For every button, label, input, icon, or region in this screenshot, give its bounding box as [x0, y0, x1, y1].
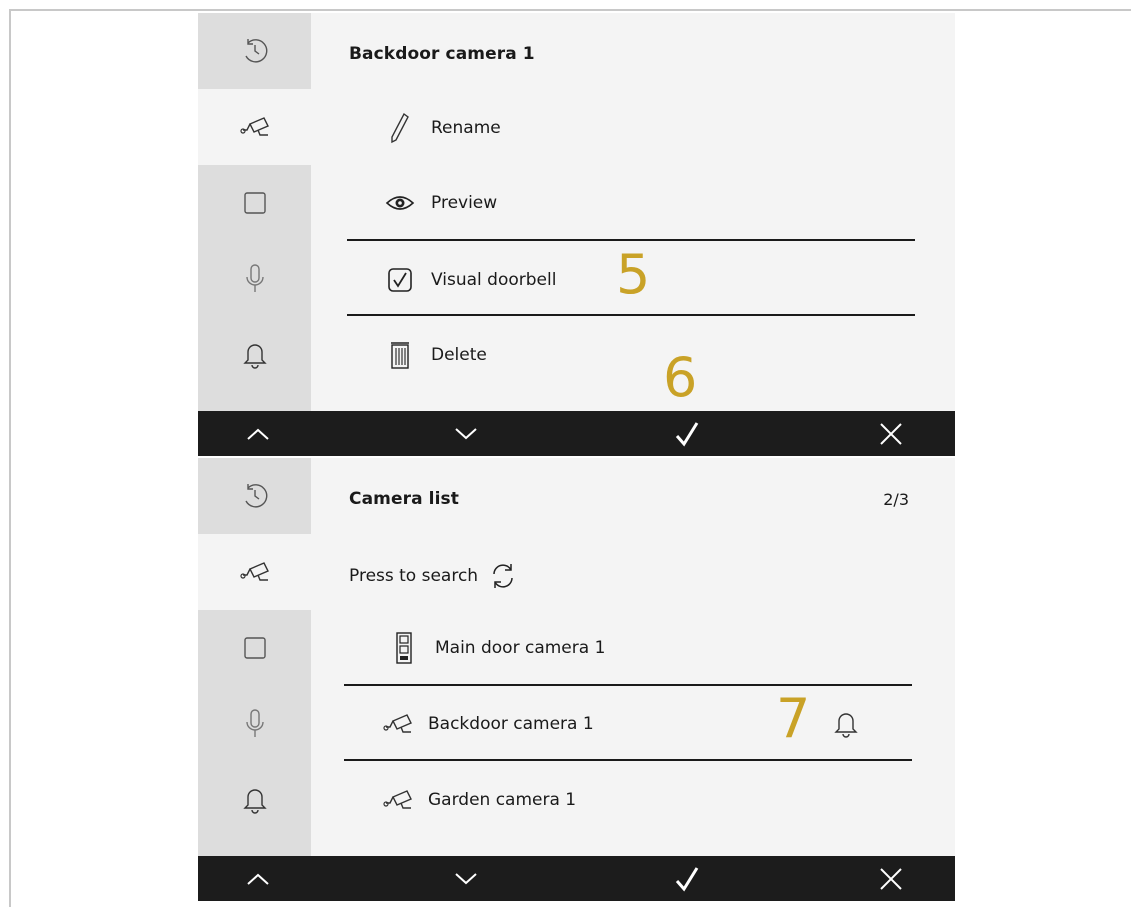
checkbox-checked-icon: [388, 268, 412, 292]
menu-item-label: Delete: [431, 345, 487, 365]
camera-list-item[interactable]: Main door camera 1: [395, 628, 605, 668]
camera-icon: [239, 562, 269, 581]
search-label: Press to search: [349, 566, 479, 586]
camera-options-screen: Backdoor camera 1 Rename Preview Visual …: [198, 13, 955, 456]
page-title: Camera list: [349, 489, 459, 509]
sidebar-item-microphone[interactable]: [198, 686, 311, 762]
confirm-button[interactable]: [647, 411, 727, 456]
sidebar-item-camera[interactable]: [198, 534, 311, 610]
square-icon: [243, 192, 266, 214]
chevron-down-icon: [455, 427, 477, 439]
chevron-down-icon: [455, 872, 477, 884]
frame-border-top: [9, 9, 1131, 11]
camera-icon: [239, 117, 269, 136]
chevron-up-icon: [247, 428, 269, 440]
door-station-icon: [396, 632, 412, 664]
bottom-toolbar: [198, 411, 955, 456]
sidebar-item-microphone[interactable]: [198, 241, 311, 317]
confirm-button[interactable]: [647, 856, 727, 901]
sidebar-item-camera[interactable]: [198, 89, 311, 165]
camera-icon: [383, 714, 412, 733]
checkmark-icon: [675, 866, 699, 892]
close-button[interactable]: [851, 856, 931, 901]
sidebar-item-notifications[interactable]: [198, 317, 311, 393]
menu-item-label: Visual doorbell: [431, 270, 557, 290]
camera-list-content: Camera list 2/3 Press to search Main doo…: [311, 458, 955, 856]
divider: [344, 759, 912, 761]
divider: [344, 684, 912, 686]
search-button[interactable]: Press to search: [349, 556, 518, 596]
annotation-callout: 5: [616, 243, 651, 306]
camera-list-item[interactable]: Garden camera 1: [381, 780, 576, 820]
annotation-callout: 6: [663, 346, 698, 409]
menu-item-visual-doorbell[interactable]: Visual doorbell: [384, 260, 556, 300]
camera-icon: [383, 790, 412, 809]
menu-item-rename[interactable]: Rename: [384, 108, 501, 148]
scroll-up-button[interactable]: [218, 856, 298, 901]
trash-icon: [391, 342, 409, 369]
sidebar: [198, 13, 311, 411]
bell-icon: [242, 789, 267, 814]
close-button[interactable]: [851, 411, 931, 456]
sidebar-item-history[interactable]: [198, 13, 311, 89]
close-icon: [880, 422, 902, 445]
sidebar: [198, 458, 311, 856]
bottom-toolbar: [198, 856, 955, 901]
scroll-down-button[interactable]: [426, 856, 506, 901]
menu-item-label: Rename: [431, 118, 501, 138]
divider: [347, 239, 915, 241]
camera-name: Garden camera 1: [428, 790, 577, 810]
sidebar-item-history[interactable]: [198, 458, 311, 534]
square-icon: [243, 637, 266, 659]
page-title: Backdoor camera 1: [349, 44, 535, 64]
camera-name: Backdoor camera 1: [428, 714, 594, 734]
page-indicator: 2/3: [883, 490, 909, 509]
menu-item-label: Preview: [431, 193, 498, 213]
menu-item-preview[interactable]: Preview: [384, 183, 497, 223]
divider: [347, 314, 915, 316]
menu-item-delete[interactable]: Delete: [384, 335, 487, 375]
eye-icon: [385, 196, 415, 210]
camera-name: Main door camera 1: [435, 638, 606, 658]
history-icon: [244, 484, 267, 508]
history-icon: [244, 39, 267, 63]
camera-list-screen: Camera list 2/3 Press to search Main doo…: [198, 458, 955, 901]
sidebar-item-screen[interactable]: [198, 165, 311, 241]
pencil-icon: [391, 112, 409, 144]
microphone-icon: [245, 264, 264, 292]
annotation-callout: 7: [776, 687, 811, 750]
scroll-up-button[interactable]: [218, 411, 298, 456]
checkmark-icon: [675, 421, 699, 447]
close-icon: [880, 867, 902, 890]
bell-icon: [834, 713, 858, 738]
microphone-icon: [245, 709, 264, 737]
sidebar-item-notifications[interactable]: [198, 762, 311, 838]
sidebar-item-screen[interactable]: [198, 610, 311, 686]
refresh-icon: [493, 564, 513, 588]
chevron-up-icon: [247, 873, 269, 885]
camera-list-item[interactable]: Backdoor camera 1: [381, 704, 594, 744]
scroll-down-button[interactable]: [426, 411, 506, 456]
frame-border-left: [9, 9, 11, 907]
bell-icon: [242, 344, 267, 369]
camera-options-content: Backdoor camera 1 Rename Preview Visual …: [311, 13, 955, 411]
